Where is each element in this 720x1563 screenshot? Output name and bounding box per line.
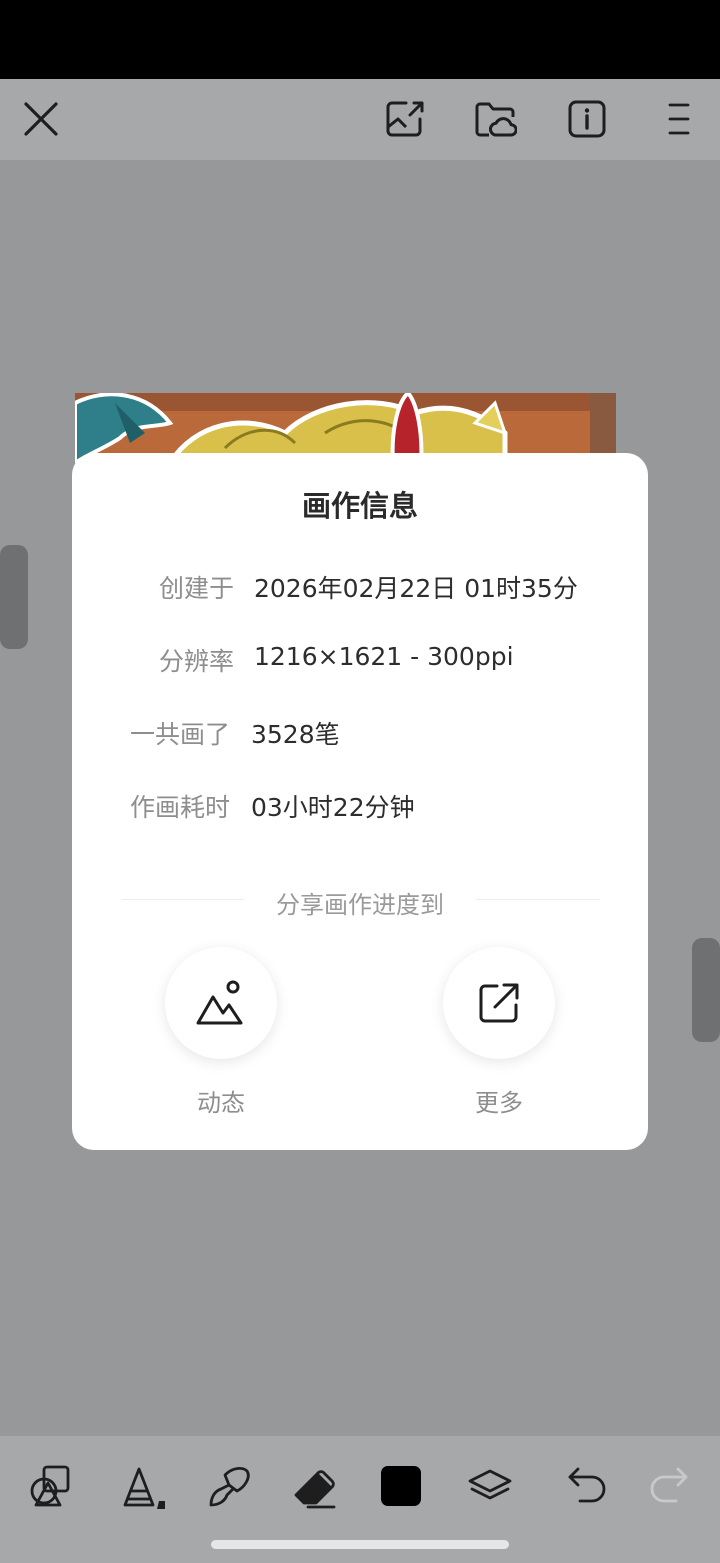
share-option-label: 动态 [197, 1089, 245, 1117]
color-swatch [381, 1466, 421, 1506]
info-row-created: 创建于 2026年02月22日 01时35分 [72, 569, 648, 609]
shapes-icon [30, 1465, 70, 1507]
layers-button[interactable] [462, 1458, 518, 1514]
info-label: 分辨率 [158, 647, 234, 676]
external-share-icon [479, 983, 519, 1023]
paint-brush-tool-button[interactable] [200, 1458, 256, 1514]
undo-icon [568, 1467, 606, 1503]
info-value: 3528笔 [251, 720, 340, 749]
cloud-folder-icon [475, 102, 517, 137]
info-icon [568, 100, 606, 138]
redo-icon [650, 1467, 688, 1503]
close-button[interactable] [17, 95, 65, 143]
share-option-label: 更多 [475, 1089, 523, 1117]
mountain-image-icon [196, 980, 243, 1025]
share-section-title: 分享画作进度到 [276, 891, 444, 919]
shapes-tool-button[interactable] [23, 1458, 79, 1514]
eraser-icon [294, 1470, 336, 1509]
dialog-title: 画作信息 [301, 489, 418, 523]
home-indicator[interactable] [211, 1540, 509, 1549]
info-value: 03小时22分钟 [251, 793, 415, 822]
bottom-toolbar [0, 1436, 720, 1563]
undo-button[interactable] [559, 1458, 615, 1514]
eraser-tool-button[interactable] [287, 1458, 343, 1514]
info-row-drawing-time: 作画耗时 03小时22分钟 [72, 788, 648, 828]
menu-button[interactable] [655, 95, 703, 143]
info-value: 2026年02月22日 01时35分 [254, 574, 578, 603]
info-label: 一共画了 [129, 720, 230, 749]
info-button[interactable] [563, 95, 611, 143]
share-more-button[interactable] [443, 947, 555, 1059]
layers-icon [468, 1469, 512, 1500]
brush-size-icon [123, 1467, 165, 1509]
export-image-icon [386, 101, 424, 137]
redo-button[interactable] [641, 1458, 697, 1514]
export-button[interactable] [380, 95, 428, 143]
brush-size-tool-button[interactable] [112, 1458, 168, 1514]
top-bar [0, 79, 720, 160]
close-icon [24, 102, 58, 136]
right-slider-handle[interactable] [692, 938, 720, 1042]
share-to-moments-button[interactable] [165, 947, 277, 1059]
cloud-folder-button[interactable] [471, 95, 519, 143]
info-label: 创建于 [158, 574, 234, 603]
info-label: 作画耗时 [129, 793, 230, 822]
left-slider-handle[interactable] [0, 545, 28, 649]
info-value: 1216×1621 - 300ppi [254, 642, 514, 671]
status-bar [0, 0, 720, 79]
color-picker-button[interactable] [373, 1458, 429, 1514]
menu-icon [668, 103, 690, 135]
info-row-stroke-count: 一共画了 3528笔 [72, 715, 648, 755]
info-row-resolution: 分辨率 1216×1621 - 300ppi [72, 642, 648, 682]
artwork-info-dialog: 画作信息 创建于 2026年02月22日 01时35分 分辨率 1216×162… [72, 453, 648, 1150]
paint-brush-icon [209, 1466, 250, 1507]
